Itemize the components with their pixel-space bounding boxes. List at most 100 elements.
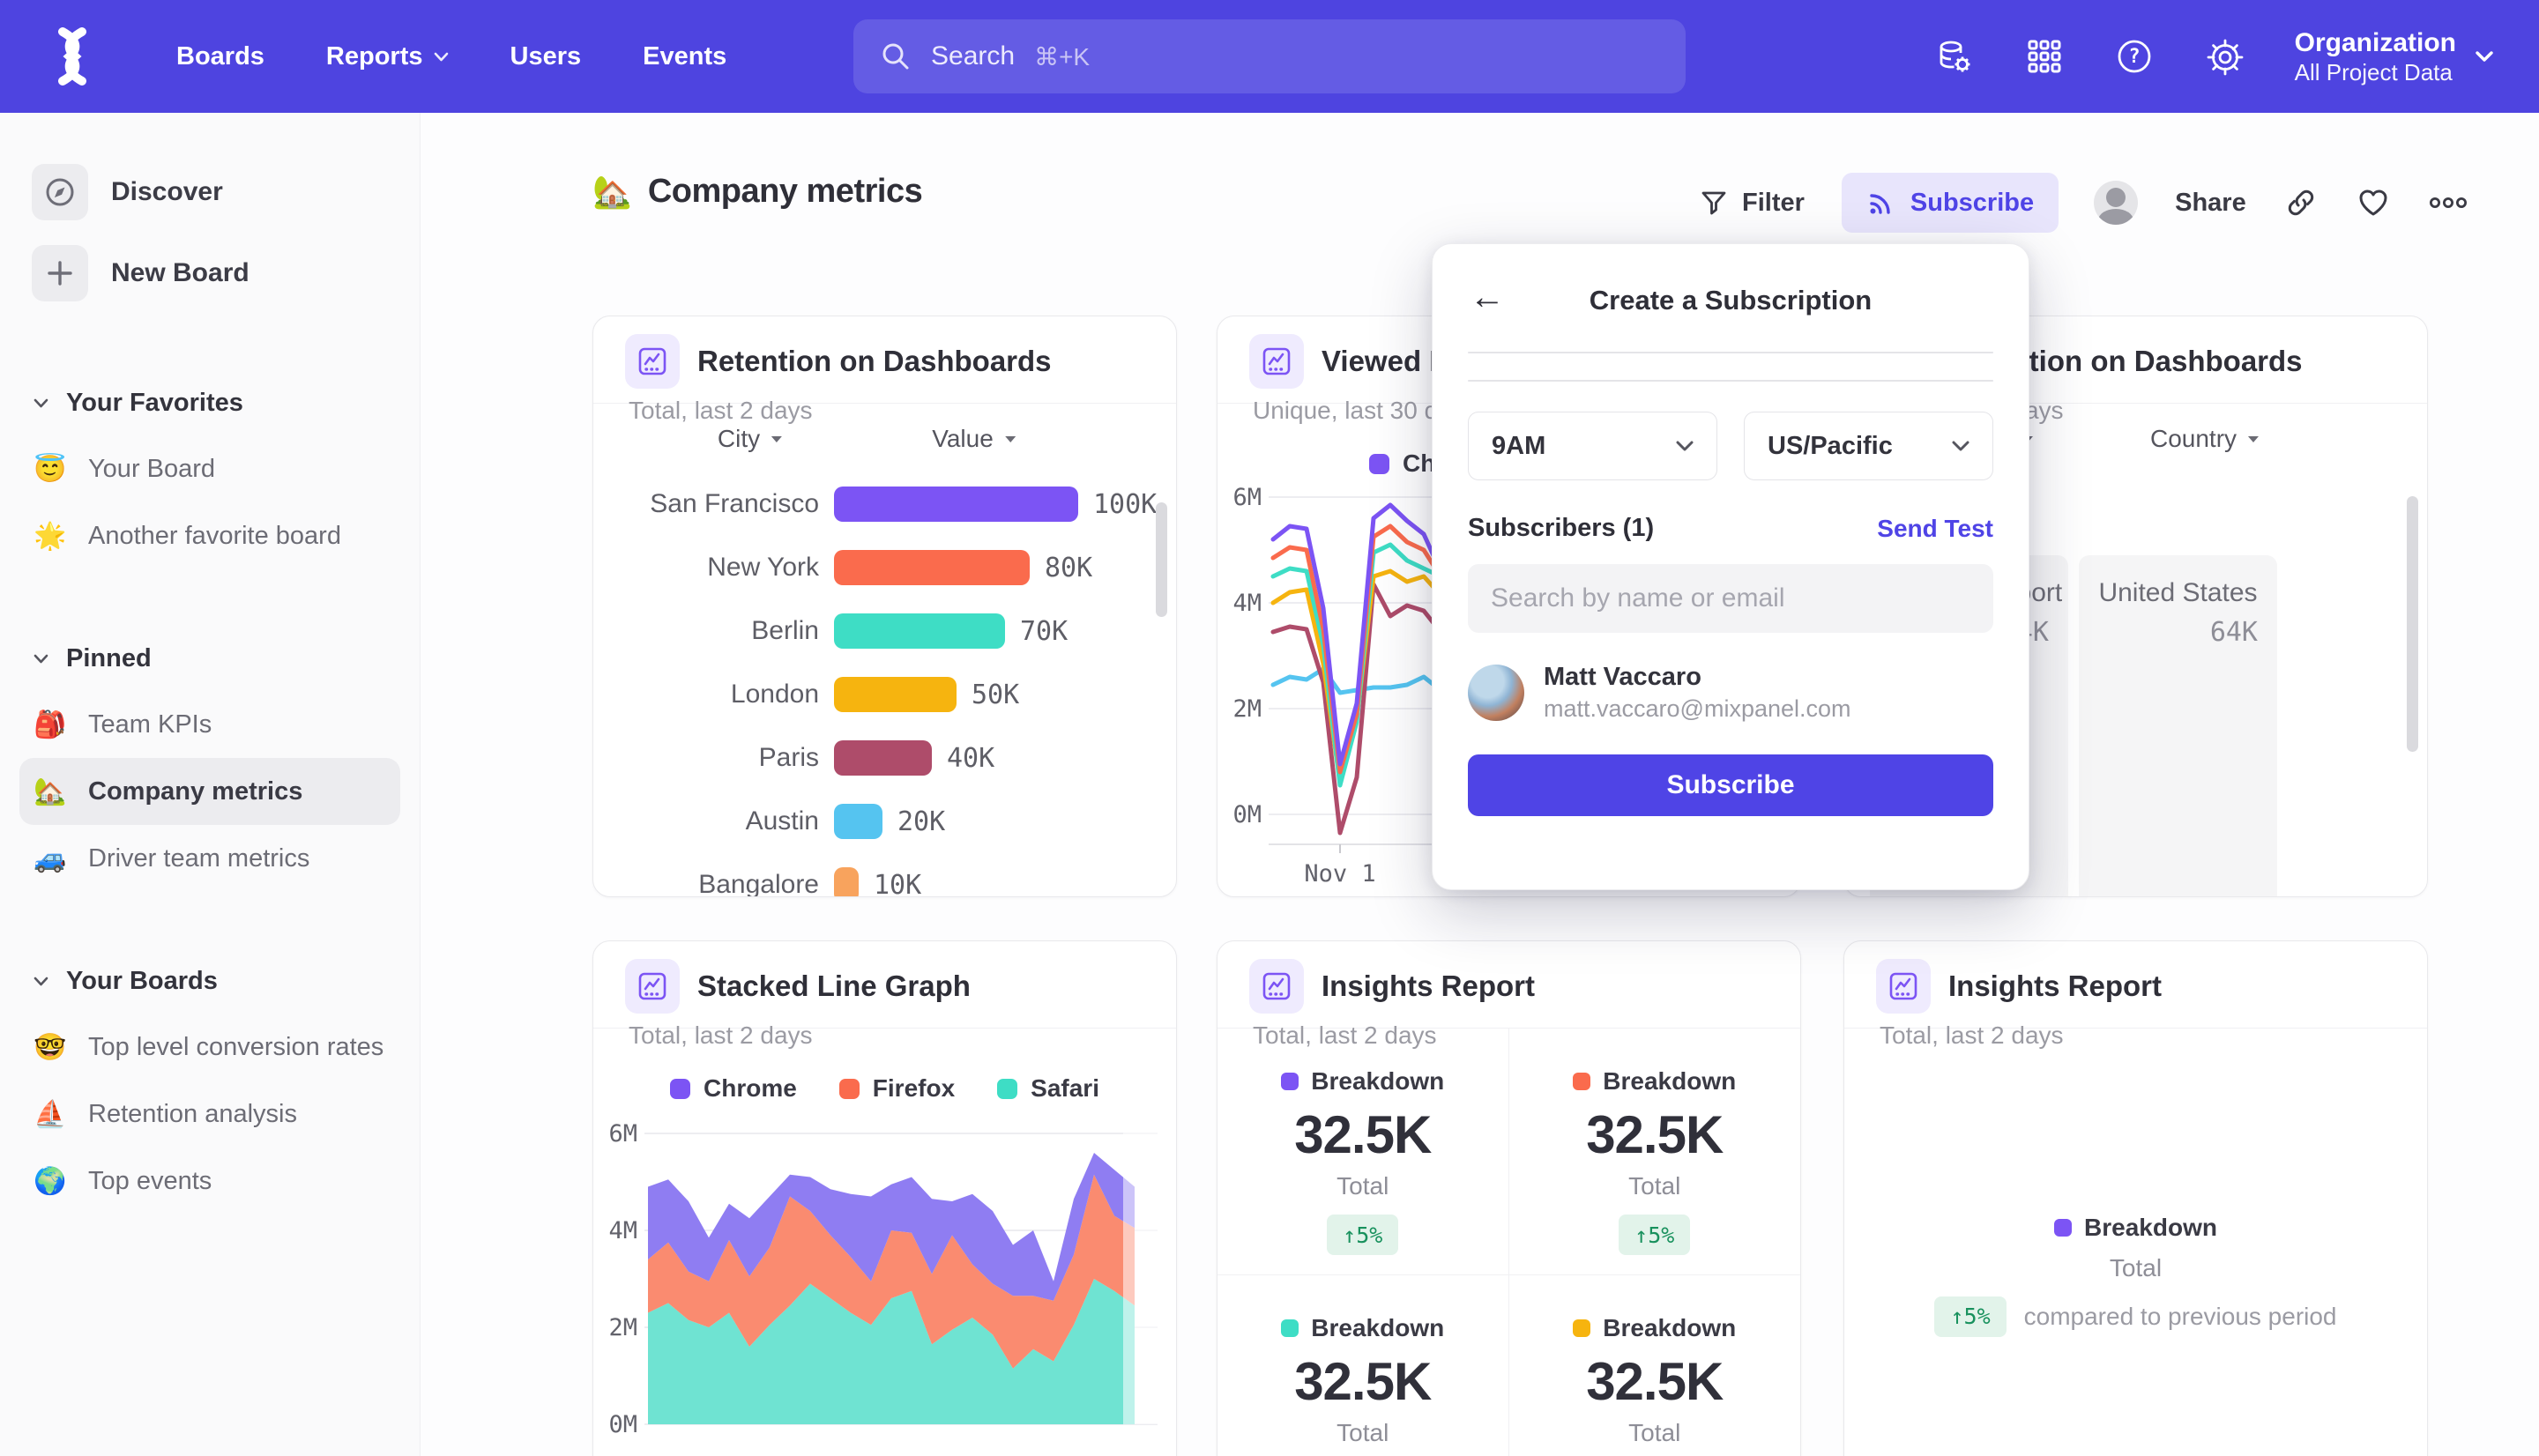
table-row-san-francisco: San Francisco100K [593, 472, 1176, 536]
user-avatar[interactable] [2094, 181, 2138, 225]
data-management-icon[interactable] [1935, 37, 1974, 76]
subscriber-search-input[interactable]: Search by name or email [1468, 564, 1993, 633]
copy-link-icon[interactable] [2283, 185, 2319, 220]
favorite-heart-icon[interactable] [2356, 185, 2391, 220]
org-switcher[interactable]: Organization All Project Data [2295, 26, 2493, 87]
board-emoji: 🚙 [34, 843, 72, 874]
board-emoji: 🌍 [34, 1166, 72, 1197]
section-header[interactable]: Pinned [19, 626, 400, 691]
value-bar[interactable] [834, 740, 932, 776]
svg-text:2M: 2M [1232, 695, 1262, 723]
sidebar-item-new-board[interactable]: New Board [19, 233, 400, 314]
back-arrow-icon[interactable]: ← [1470, 279, 1505, 315]
column-header-city[interactable]: City [718, 425, 783, 453]
nav-item-users[interactable]: Users [510, 42, 582, 71]
subscriber-row[interactable]: Matt Vaccaro matt.vaccaro@mixpanel.com [1468, 663, 1993, 723]
sidebar-item-top-level-conversion-rates[interactable]: 🤓Top level conversion rates [19, 1014, 400, 1081]
report-chart-icon [1876, 959, 1931, 1014]
sidebar-item-top-events[interactable]: 🌍Top events [19, 1148, 400, 1215]
column-header-country[interactable]: Country [2150, 425, 2260, 453]
svg-text:Nov 1: Nov 1 [1304, 860, 1375, 888]
report-chart-icon [625, 334, 680, 389]
sidebar-item-your-board[interactable]: 😇Your Board [19, 435, 400, 502]
stacked-area-chart[interactable]: 6M4M2M0M [593, 1029, 1177, 1456]
value-bar[interactable] [834, 677, 957, 712]
help-icon[interactable]: ? [2115, 37, 2154, 76]
apps-grid-icon[interactable] [2025, 37, 2064, 76]
breakdown-metric-1[interactable]: Breakdown32.5KTotal↑5% [1217, 1029, 1509, 1275]
more-options-icon[interactable] [2428, 185, 2463, 220]
sidebar-item-company-metrics[interactable]: 🏡Company metrics [19, 758, 400, 825]
column-header-value[interactable]: Value [932, 425, 1016, 453]
filter-button[interactable]: Filter [1700, 189, 1805, 218]
chevron-down-icon [1676, 441, 1694, 452]
section-header[interactable]: Your Favorites [19, 370, 400, 435]
breakdown-label: Breakdown [2054, 1214, 2217, 1242]
metric-sub: Total [1628, 1419, 1680, 1447]
svg-text:6M: 6M [1232, 484, 1262, 511]
mixpanel-logo[interactable] [49, 26, 95, 87]
card-title: Insights Report [1322, 969, 1535, 1003]
compass-icon [32, 164, 88, 220]
scrollbar-thumb[interactable] [1156, 502, 1167, 617]
search-shortcut: ⌘+K [1034, 42, 1090, 71]
sidebar-item-discover[interactable]: Discover [19, 152, 400, 233]
series-color-dot [1281, 1073, 1299, 1090]
nav-item-reports[interactable]: Reports [326, 42, 449, 71]
share-button[interactable]: Share [2175, 189, 2246, 218]
nav-item-boards[interactable]: Boards [176, 42, 264, 71]
card-title: Retention on Dashboards [697, 345, 1052, 378]
table-row-bangalore: Bangalore10K [593, 853, 1176, 897]
board-emoji: 🌟 [34, 521, 72, 552]
sidebar: Discover New Board Your Favorites😇Your B… [0, 113, 421, 1456]
value-bar[interactable] [834, 613, 1005, 649]
value-bar[interactable] [834, 550, 1030, 585]
nav-item-events[interactable]: Events [643, 42, 726, 71]
value-bar[interactable] [834, 487, 1078, 522]
breakdown-metric-2[interactable]: Breakdown32.5KTotal↑5% [1509, 1029, 1801, 1275]
table-row-new-york: New York80K [593, 536, 1176, 599]
scrollbar-thumb[interactable] [2407, 496, 2418, 752]
sort-caret-icon [771, 435, 783, 443]
matrix-cell-country[interactable]: United States 64K [2079, 555, 2277, 897]
value-bar[interactable] [834, 804, 882, 839]
breakdown-metric-4[interactable]: Breakdown32.5KTotal↑5% [1509, 1275, 1801, 1456]
board-emoji: 🤓 [34, 1032, 72, 1063]
report-chart-icon [625, 959, 680, 1014]
org-project: All Project Data [2295, 59, 2456, 86]
metric-sub: Total [1337, 1172, 1389, 1200]
sidebar-section-pinned: Pinned🎒Team KPIs🏡Company metrics🚙Driver … [19, 626, 400, 892]
subscribe-button[interactable]: Subscribe [1842, 173, 2059, 233]
sidebar-item-label: Discover [111, 177, 223, 207]
section-header[interactable]: Your Boards [19, 948, 400, 1014]
metric-sub: Total [1337, 1419, 1389, 1447]
search-input[interactable]: Search ⌘+K [853, 19, 1686, 93]
page-title: 🏡 Company metrics [592, 173, 922, 211]
subscriber-email: matt.vaccaro@mixpanel.com [1544, 695, 1851, 723]
sidebar-item-driver-team-metrics[interactable]: 🚙Driver team metrics [19, 825, 400, 892]
send-test-link[interactable]: Send Test [1877, 515, 1993, 543]
filter-icon [1700, 189, 1728, 217]
delta-badge: ↑5% [1934, 1296, 2006, 1337]
settings-gear-icon[interactable] [2205, 37, 2244, 76]
sort-caret-icon [1004, 435, 1016, 443]
search-placeholder: Search [931, 41, 1015, 71]
table-row-austin: Austin20K [593, 790, 1176, 853]
value-bar[interactable] [834, 867, 859, 897]
plus-icon [32, 245, 88, 301]
board-toolbar: Filter Subscribe Share [1700, 173, 2463, 233]
time-select[interactable]: 9AM [1468, 412, 1717, 480]
series-color-dot [1573, 1319, 1590, 1337]
sidebar-item-team-kpis[interactable]: 🎒Team KPIs [19, 691, 400, 758]
subscribe-rss-icon [1866, 188, 1896, 218]
timezone-select[interactable]: US/Pacific [1744, 412, 1993, 480]
breakdown-metric-3[interactable]: Breakdown32.5KTotal↑5% [1217, 1275, 1509, 1456]
sidebar-item-retention-analysis[interactable]: ⛵Retention analysis [19, 1081, 400, 1148]
delta-badge: ↑5% [1619, 1215, 1690, 1255]
subscribe-confirm-button[interactable]: Subscribe [1468, 754, 1993, 816]
frequency-tabs [1468, 380, 1993, 382]
sidebar-item-another-favorite-board[interactable]: 🌟Another favorite board [19, 502, 400, 569]
subscribers-label: Subscribers (1) [1468, 514, 1654, 543]
org-caret-icon [2476, 51, 2493, 63]
board-emoji: 🏡 [592, 174, 632, 211]
